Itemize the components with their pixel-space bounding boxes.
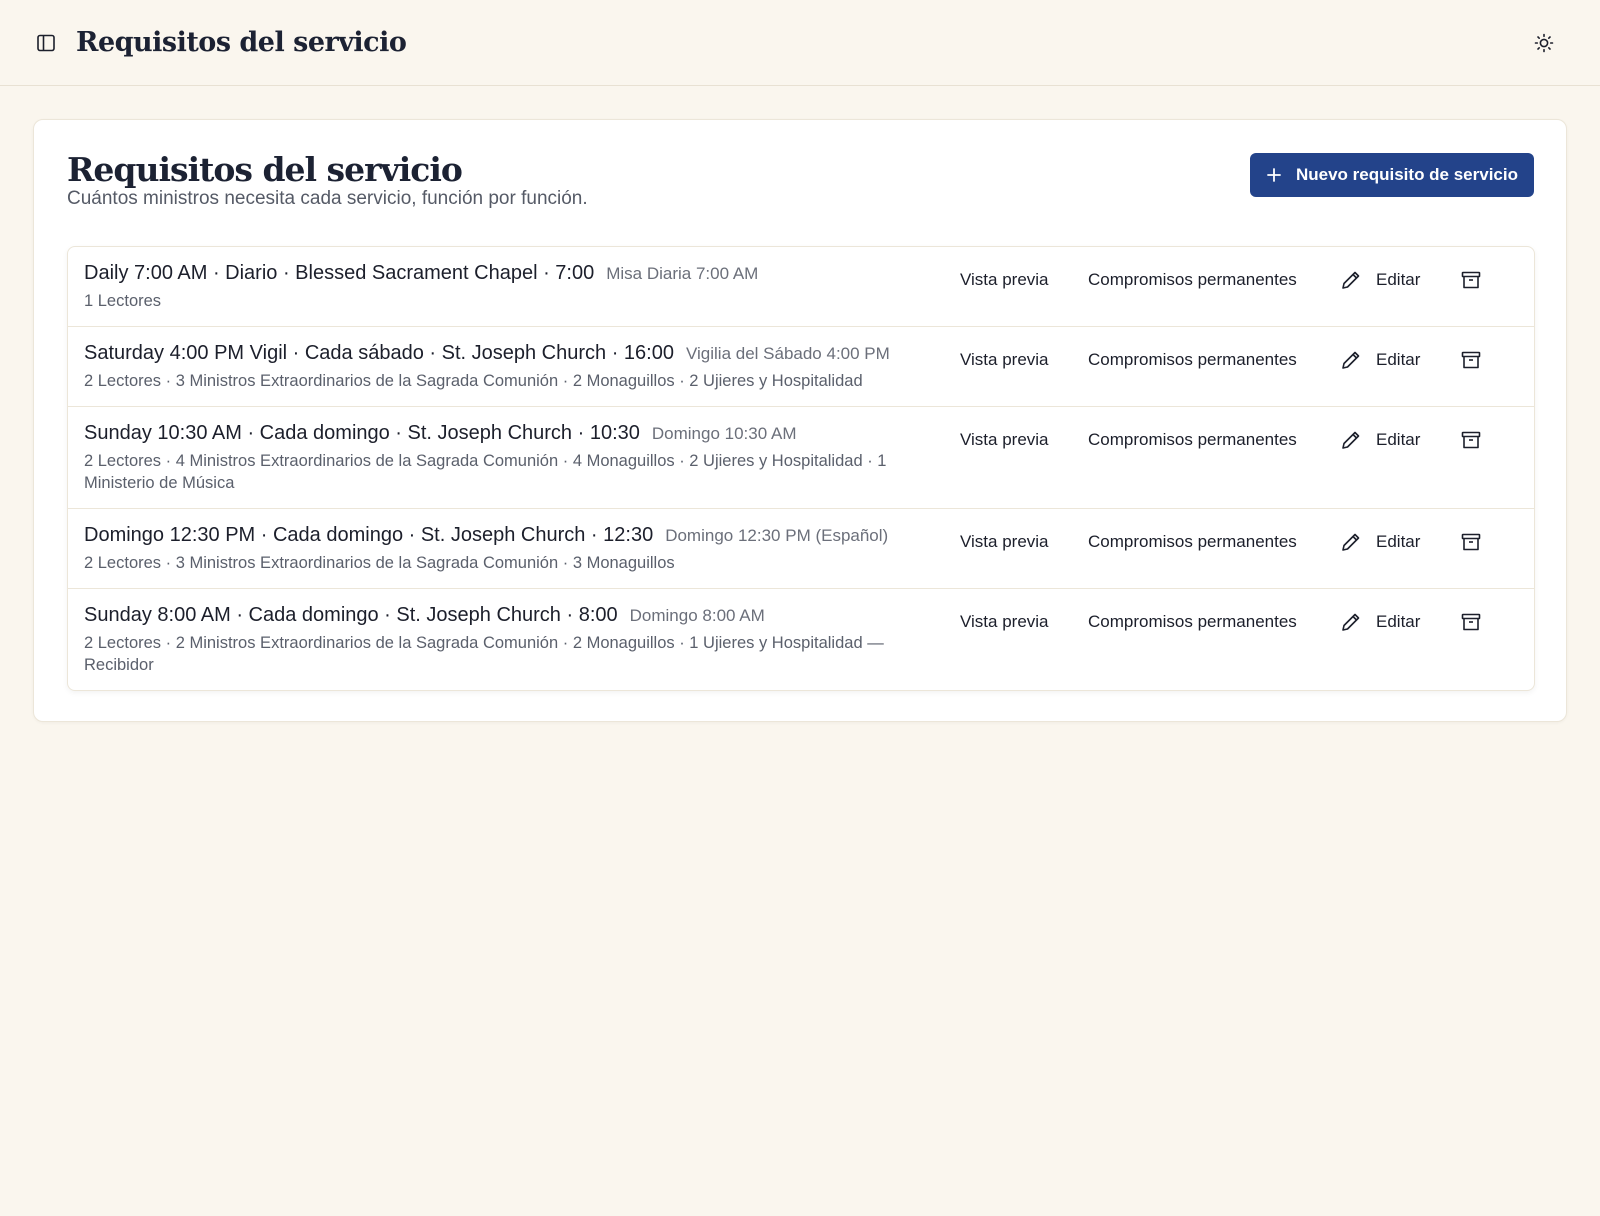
row-roles: 1 Lectores (84, 292, 162, 310)
row-title: Daily 7:00 AM · Diario · Blessed Sacrame… (84, 262, 595, 284)
list-item: Domingo 12:30 PM · Cada domingo · St. Jo… (68, 509, 1534, 589)
commitments-button[interactable]: Compromisos permanentes (1088, 430, 1340, 450)
preview-button[interactable]: Vista previa (960, 430, 1088, 450)
list-item: Daily 7:00 AM · Diario · Blessed Sacrame… (68, 247, 1534, 327)
pencil-icon (1340, 349, 1362, 371)
edit-button[interactable]: Editar (1340, 349, 1460, 371)
new-requirement-label: Nuevo requisito de servicio (1295, 165, 1518, 184)
sun-icon[interactable] (1532, 31, 1556, 55)
row-title: Domingo 12:30 PM · Cada domingo · St. Jo… (84, 524, 654, 546)
edit-button[interactable]: Editar (1340, 611, 1460, 633)
archive-icon[interactable] (1460, 531, 1482, 553)
pencil-icon (1340, 269, 1362, 291)
row-roles: 2 Lectores · 3 Ministros Extraordinarios… (84, 554, 675, 572)
edit-label: Editar (1376, 612, 1421, 631)
preview-button[interactable]: Vista previa (960, 612, 1088, 632)
row-title: Sunday 10:30 AM · Cada domingo · St. Jos… (84, 422, 640, 444)
row-title: Saturday 4:00 PM Vigil · Cada sábado · S… (84, 342, 674, 364)
commitments-button[interactable]: Compromisos permanentes (1088, 612, 1340, 632)
pencil-icon (1340, 531, 1362, 553)
row-roles: 2 Lectores · 2 Ministros Extraordinarios… (84, 634, 884, 674)
commitments-button[interactable]: Compromisos permanentes (1088, 350, 1340, 370)
top-bar: Requisitos del servicio (0, 0, 1600, 86)
page-title: Requisitos del servicio (76, 27, 407, 58)
row-title: Sunday 8:00 AM · Cada domingo · St. Jose… (84, 604, 618, 626)
row-label: Domingo 10:30 AM (651, 424, 797, 443)
preview-button[interactable]: Vista previa (960, 532, 1088, 552)
edit-button[interactable]: Editar (1340, 429, 1460, 451)
row-label: Vigilia del Sábado 4:00 PM (685, 344, 890, 363)
pencil-icon (1340, 429, 1362, 451)
requirements-card: Requisitos del servicio Cuántos ministro… (33, 119, 1567, 722)
edit-label: Editar (1376, 350, 1421, 369)
edit-label: Editar (1376, 430, 1421, 449)
row-label: Misa Diaria 7:00 AM (606, 264, 759, 283)
list-item: Saturday 4:00 PM Vigil · Cada sábado · S… (68, 327, 1534, 407)
edit-label: Editar (1376, 270, 1421, 289)
archive-icon[interactable] (1460, 429, 1482, 451)
commitments-button[interactable]: Compromisos permanentes (1088, 532, 1340, 552)
edit-label: Editar (1376, 532, 1421, 551)
card-title: Requisitos del servicio (67, 150, 463, 189)
list-item: Sunday 8:00 AM · Cada domingo · St. Jose… (68, 589, 1534, 690)
edit-button[interactable]: Editar (1340, 269, 1460, 291)
preview-button[interactable]: Vista previa (960, 270, 1088, 290)
archive-icon[interactable] (1460, 269, 1482, 291)
row-roles: 2 Lectores · 4 Ministros Extraordinarios… (84, 452, 887, 492)
edit-button[interactable]: Editar (1340, 531, 1460, 553)
card-subtitle: Cuántos ministros necesita cada servicio… (67, 188, 588, 209)
plus-icon (1266, 167, 1282, 183)
row-roles: 2 Lectores · 3 Ministros Extraordinarios… (84, 372, 863, 390)
row-label: Domingo 12:30 PM (Español) (665, 526, 889, 545)
requirements-list: Daily 7:00 AM · Diario · Blessed Sacrame… (67, 246, 1535, 691)
row-label: Domingo 8:00 AM (629, 606, 765, 625)
archive-icon[interactable] (1460, 349, 1482, 371)
preview-button[interactable]: Vista previa (960, 350, 1088, 370)
new-requirement-button[interactable]: Nuevo requisito de servicio (1249, 153, 1534, 197)
list-item: Sunday 10:30 AM · Cada domingo · St. Jos… (68, 407, 1534, 509)
archive-icon[interactable] (1460, 611, 1482, 633)
commitments-button[interactable]: Compromisos permanentes (1088, 270, 1340, 290)
sidebar-panel-icon[interactable] (34, 31, 58, 55)
pencil-icon (1340, 611, 1362, 633)
